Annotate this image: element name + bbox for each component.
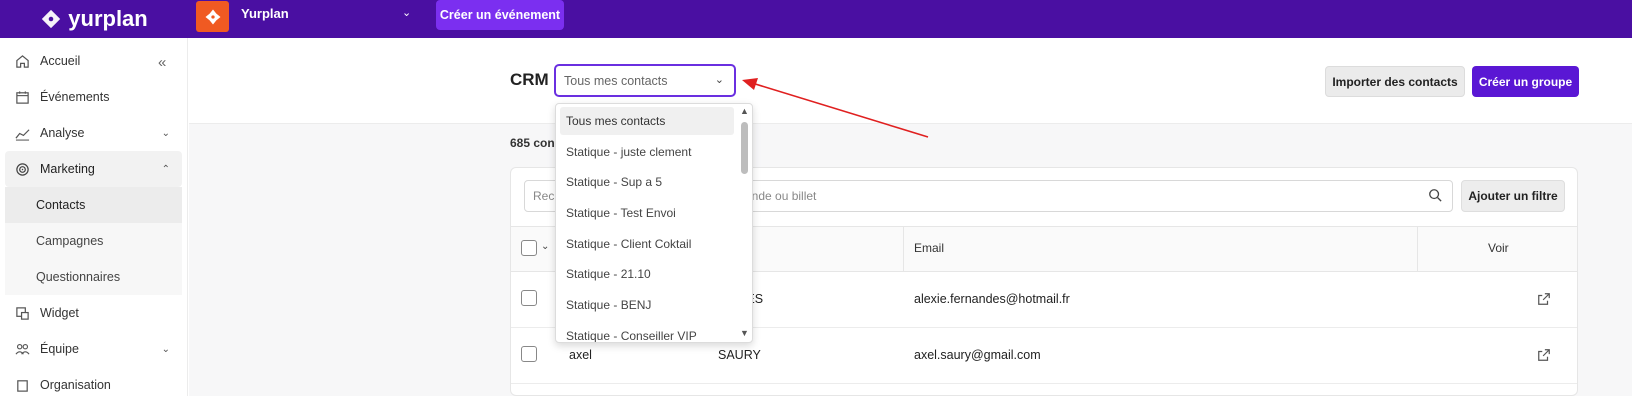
external-link-icon[interactable] <box>1537 348 1551 362</box>
sidebar-item-analyse[interactable]: Analyse ⌄ <box>5 115 182 151</box>
column-header-voir: Voir <box>1488 241 1509 255</box>
chevron-up-icon: ⌃ <box>161 163 170 175</box>
select-all-checkbox[interactable] <box>521 240 537 256</box>
row-checkbox[interactable] <box>521 346 537 362</box>
brand-logo[interactable]: yurplan <box>0 0 188 38</box>
sidebar-item-label: Organisation <box>40 378 111 392</box>
sidebar-subitem-label: Campagnes <box>36 234 104 248</box>
row-checkbox[interactable] <box>521 290 537 306</box>
chevron-down-icon: ⌄ <box>161 343 170 355</box>
sidebar-item-label: Accueil <box>40 54 81 68</box>
sidebar-item-label: Widget <box>40 306 79 320</box>
organisation-icon <box>14 377 30 393</box>
scroll-up-icon[interactable]: ▲ <box>740 106 749 116</box>
chevron-down-icon: ⌄ <box>714 74 724 86</box>
external-link-icon[interactable] <box>1537 292 1551 306</box>
sidebar-item-accueil[interactable]: Accueil <box>5 43 182 79</box>
contact-group-dropdown[interactable]: ▲ ▼ Tous mes contacts Statique - juste c… <box>555 103 753 343</box>
chevron-down-icon[interactable]: ⌄ <box>541 241 549 252</box>
cell-email: alexie.fernandes@hotmail.fr <box>914 292 1070 306</box>
organisation-logo[interactable] <box>196 1 229 32</box>
dropdown-option[interactable]: Tous mes contacts <box>560 107 734 135</box>
page-title: CRM <box>510 70 549 89</box>
sidebar-item-label: Marketing <box>40 162 95 176</box>
sidebar-item-organisation[interactable]: Organisation <box>5 367 182 396</box>
dropdown-option[interactable]: Statique - juste clement <box>560 138 734 166</box>
sidebar-item-label: Analyse <box>40 126 85 140</box>
column-divider <box>1417 226 1418 272</box>
contacts-count: 685 con <box>510 136 555 150</box>
org-logo-icon <box>205 9 220 24</box>
chevron-down-icon[interactable]: ⌄ <box>402 6 411 19</box>
create-event-button[interactable]: Créer un événement <box>436 0 564 30</box>
sidebar-subitem-label: Contacts <box>36 198 86 212</box>
sidebar-item-marketing[interactable]: Marketing ⌃ <box>5 151 182 187</box>
target-icon <box>14 161 30 177</box>
dropdown-option[interactable]: Statique - Test Envoi <box>560 199 734 227</box>
organisation-name[interactable]: Yurplan <box>241 6 289 21</box>
contact-group-select[interactable]: Tous mes contacts ⌄ <box>554 64 736 97</box>
cell-email: axel.saury@gmail.com <box>914 348 1041 362</box>
sidebar-subitem-label: Questionnaires <box>36 270 121 284</box>
add-filter-button[interactable]: Ajouter un filtre <box>1461 180 1565 212</box>
scroll-down-icon[interactable]: ▼ <box>740 328 749 338</box>
sidebar: « Accueil Événements Analyse ⌄ Marketing… <box>0 38 188 396</box>
column-divider <box>903 226 904 272</box>
column-header-email[interactable]: Email <box>914 241 944 255</box>
widget-icon <box>14 305 30 321</box>
select-value: Tous mes contacts <box>564 73 668 88</box>
sidebar-subitem-campagnes[interactable]: Campagnes <box>5 223 182 259</box>
yurplan-logo-icon <box>42 9 61 29</box>
dropdown-option[interactable]: Statique - BENJ <box>560 291 734 319</box>
sidebar-subitem-questionnaires[interactable]: Questionnaires <box>5 259 182 295</box>
dropdown-option[interactable]: Statique - Client Coktail <box>560 230 734 258</box>
sidebar-item-label: Événements <box>40 90 110 104</box>
calendar-icon <box>14 89 30 105</box>
team-icon <box>14 341 30 357</box>
dropdown-option[interactable]: Statique - Sup a 5 <box>560 168 734 196</box>
brand-name: yurplan <box>68 6 148 31</box>
sidebar-item-equipe[interactable]: Équipe ⌄ <box>5 331 182 367</box>
sidebar-subitem-contacts[interactable]: Contacts <box>5 187 182 223</box>
import-contacts-button[interactable]: Importer des contacts <box>1325 66 1465 97</box>
chart-line-icon <box>14 125 30 141</box>
search-icon[interactable] <box>1428 188 1442 202</box>
sidebar-item-label: Équipe <box>40 342 79 356</box>
cell-firstname: axel <box>569 348 592 362</box>
scrollbar-thumb[interactable] <box>741 122 748 174</box>
sidebar-item-evenements[interactable]: Événements <box>5 79 182 115</box>
home-icon <box>14 53 30 69</box>
chevron-down-icon: ⌄ <box>161 127 170 139</box>
sidebar-item-widget[interactable]: Widget <box>5 295 182 331</box>
cell-lastname: SAURY <box>718 348 761 362</box>
create-group-button[interactable]: Créer un groupe <box>1472 66 1579 97</box>
dropdown-option[interactable]: Statique - Conseiller VIP <box>560 322 734 342</box>
dropdown-option[interactable]: Statique - 21.10 <box>560 260 734 288</box>
